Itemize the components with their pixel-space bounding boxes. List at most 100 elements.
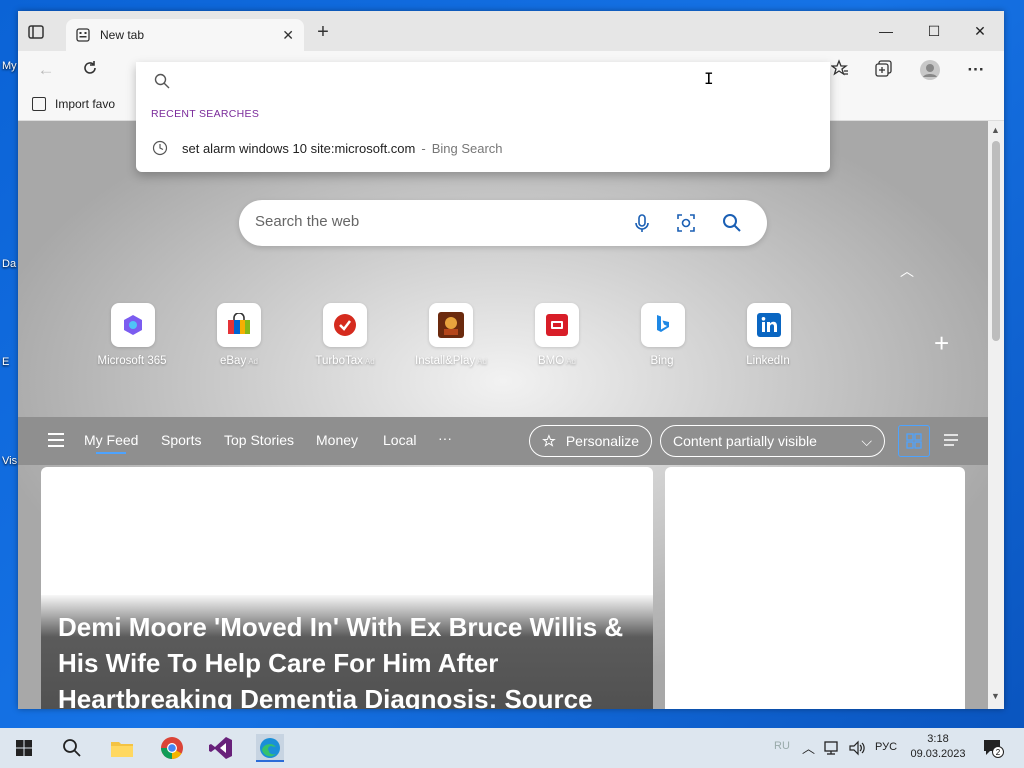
close-tab-icon[interactable]: ✕ <box>282 27 294 44</box>
language-indicator-faded: RU <box>774 740 790 752</box>
quick-link-label: TurboTax Ad <box>315 355 375 367</box>
more-options-button[interactable]: ··· <box>964 59 988 81</box>
folder-icon <box>111 742 133 757</box>
tab-local[interactable]: Local <box>383 432 416 448</box>
page-scrollbar[interactable]: ▲ ▼ <box>988 121 1004 709</box>
visual-studio-button[interactable] <box>207 734 235 762</box>
recent-search-item[interactable]: set alarm windows 10 site:microsoft.com … <box>136 134 830 162</box>
sparkle-star-icon <box>542 434 556 447</box>
desktop-icon-label[interactable]: My <box>2 60 17 72</box>
collapse-chevron-icon[interactable]: ︿ <box>900 261 914 281</box>
search-icon <box>154 73 170 89</box>
title-bar: New tab ✕ + — ☐ ✕ <box>18 11 1004 51</box>
recent-search-source: Bing Search <box>431 140 503 156</box>
quick-link-bmo[interactable]: BMO Ad <box>512 303 602 367</box>
quick-link-turbotax[interactable]: TurboTax Ad <box>300 303 390 367</box>
quick-link-bing[interactable]: Bing <box>618 303 708 367</box>
address-input[interactable] <box>180 70 780 86</box>
list-icon <box>944 434 958 446</box>
news-headline[interactable]: Demi Moore 'Moved In' With Ex Bruce Will… <box>58 609 638 709</box>
desktop-icon-label[interactable]: Vis <box>2 455 17 467</box>
text-cursor-icon: I <box>704 69 714 88</box>
start-button[interactable] <box>10 734 38 762</box>
visual-search-icon[interactable] <box>675 212 697 234</box>
search-icon[interactable] <box>721 212 743 234</box>
windows-logo-icon <box>16 740 32 756</box>
tab-my-feed[interactable]: My Feed <box>84 432 138 454</box>
volume-icon[interactable] <box>848 740 866 756</box>
taskbar-search-button[interactable] <box>58 734 86 762</box>
address-bar-dropdown: RECENT SEARCHES set alarm windows 10 sit… <box>136 62 830 172</box>
web-search-input[interactable] <box>255 213 605 230</box>
taskbar: RU ︿ РУС 3:18 09.03.2023 2 <box>0 728 1024 768</box>
recent-search-separator: - <box>421 140 426 156</box>
tab-new-tab[interactable]: New tab ✕ <box>66 19 304 51</box>
personalize-button[interactable]: Personalize <box>529 425 652 457</box>
quick-link-label: eBay Ad <box>219 355 258 367</box>
quick-link-label: Bing <box>650 355 674 367</box>
collections-button[interactable] <box>872 59 896 81</box>
web-search-box[interactable] <box>239 200 767 246</box>
input-language[interactable]: РУС <box>875 741 897 753</box>
grid-view-button[interactable] <box>898 425 930 457</box>
add-quick-link-button[interactable]: + <box>934 328 949 359</box>
content-visibility-dropdown[interactable]: Content partially visible ⌵ <box>660 425 885 457</box>
quick-link-label: BMO Ad <box>538 355 576 367</box>
notification-count: 2 <box>992 746 1004 758</box>
install-play-game-icon <box>429 303 473 347</box>
list-view-button[interactable] <box>936 425 968 457</box>
more-tabs-button[interactable]: ··· <box>438 430 452 446</box>
desktop-icon-label[interactable]: Da <box>2 258 16 270</box>
tab-money[interactable]: Money <box>316 432 358 448</box>
microphone-icon[interactable] <box>631 212 653 234</box>
grid-icon <box>906 433 922 449</box>
desktop-icon-label[interactable]: E <box>2 356 9 368</box>
turbotax-check-icon <box>323 303 367 347</box>
network-icon[interactable] <box>824 740 842 756</box>
quick-link-linkedin[interactable]: LinkedIn <box>724 303 814 367</box>
show-hidden-icons-chevron-icon[interactable]: ︿ <box>802 738 815 757</box>
import-favorites-label: Import favo <box>55 97 116 111</box>
maximize-button[interactable]: ☐ <box>914 19 954 43</box>
back-button[interactable]: ← <box>34 59 58 81</box>
quick-link-label: Microsoft 365 <box>97 355 167 367</box>
edge-button[interactable] <box>256 734 284 762</box>
close-window-button[interactable]: ✕ <box>960 19 1000 43</box>
refresh-button[interactable] <box>78 59 102 81</box>
microsoft-365-icon <box>111 303 155 347</box>
tab-title: New tab <box>100 28 145 42</box>
tab-top-stories[interactable]: Top Stories <box>224 432 294 448</box>
quick-links: Microsoft 365 eBay Ad TurboTax Ad Install&… <box>88 303 949 383</box>
minimize-button[interactable]: — <box>866 19 906 43</box>
search-icon <box>63 739 81 757</box>
new-tab-page: ︿ Microsoft 365 eBayAd TurboTaxAd <box>18 121 988 709</box>
quick-link-microsoft-365[interactable]: Microsoft 365 <box>88 303 178 367</box>
tab-sports[interactable]: Sports <box>161 432 201 448</box>
scroll-down-arrow-icon[interactable]: ▼ <box>991 691 1000 701</box>
visual-studio-icon <box>209 737 232 759</box>
feed-navigation: My Feed Sports Top Stories Money Local ·… <box>18 417 988 465</box>
system-clock[interactable]: 3:18 09.03.2023 <box>902 732 974 762</box>
news-card-side[interactable] <box>665 467 965 709</box>
quick-link-label: LinkedIn <box>746 355 790 367</box>
scroll-thumb[interactable] <box>992 141 1000 341</box>
favorites-button[interactable] <box>828 59 852 81</box>
news-card-main[interactable]: Demi Moore 'Moved In' With Ex Bruce Will… <box>41 467 653 709</box>
recent-search-query: set alarm windows 10 site:microsoft.com <box>182 140 416 156</box>
clock-time: 3:18 <box>927 733 949 745</box>
tab-actions-icon[interactable] <box>26 22 46 42</box>
notifications-button[interactable]: 2 <box>982 737 1004 759</box>
recent-searches-heading: RECENT SEARCHES <box>151 108 260 120</box>
chrome-button[interactable] <box>158 734 186 762</box>
import-favorites-button[interactable]: Import favo <box>32 97 115 111</box>
history-clock-icon <box>152 140 168 156</box>
file-explorer-button[interactable] <box>108 734 136 762</box>
profile-button[interactable] <box>918 59 942 81</box>
new-tab-button[interactable]: + <box>312 21 334 44</box>
collections-icon <box>875 60 892 77</box>
hamburger-menu-icon[interactable] <box>48 433 64 451</box>
quick-link-ebay[interactable]: eBay Ad <box>194 303 284 367</box>
chrome-icon <box>161 737 183 759</box>
scroll-up-arrow-icon[interactable]: ▲ <box>991 125 1000 135</box>
quick-link-install-play[interactable]: Install&Play Ad <box>406 303 496 367</box>
